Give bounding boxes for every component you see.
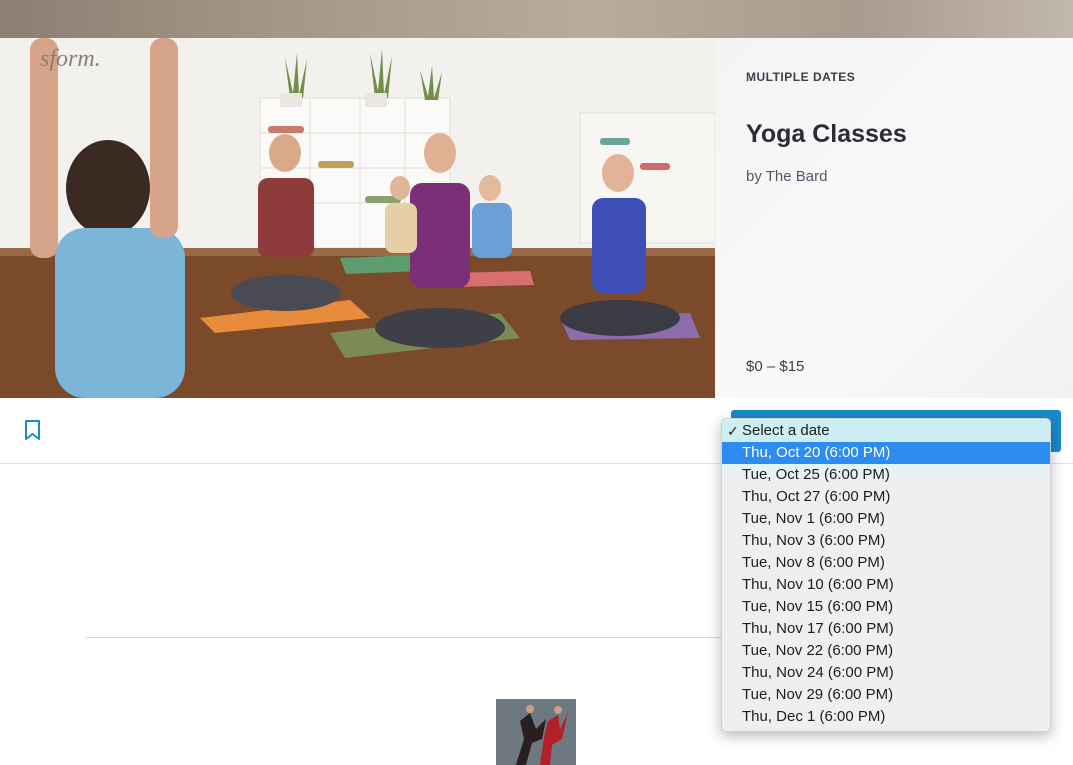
date-option[interactable]: Tue, Oct 25 (6:00 PM)	[722, 464, 1050, 486]
date-option-label: Thu, Nov 10 (6:00 PM)	[742, 576, 894, 593]
date-option[interactable]: Tue, Nov 22 (6:00 PM)	[722, 640, 1050, 662]
date-option[interactable]: Thu, Dec 1 (6:00 PM)	[722, 706, 1050, 728]
date-option-label: Thu, Dec 1 (6:00 PM)	[742, 708, 886, 725]
date-option-label: Tue, Nov 22 (6:00 PM)	[742, 642, 894, 659]
date-option-label: Thu, Nov 17 (6:00 PM)	[742, 620, 894, 637]
date-option-label: Tue, Oct 25 (6:00 PM)	[742, 466, 890, 483]
checkmark-icon: ✓	[727, 423, 739, 439]
bookmark-icon[interactable]	[24, 420, 42, 442]
date-option-label: Thu, Nov 24 (6:00 PM)	[742, 664, 894, 681]
date-option[interactable]: Thu, Nov 24 (6:00 PM)	[722, 662, 1050, 684]
event-price-range: $0 – $15	[746, 358, 805, 375]
date-option[interactable]: Thu, Oct 27 (6:00 PM)	[722, 486, 1050, 508]
date-option-label: Thu, Oct 20 (6:00 PM)	[742, 444, 891, 461]
date-option[interactable]: Tue, Nov 1 (6:00 PM)	[722, 508, 1050, 530]
related-event-thumbnail[interactable]	[496, 699, 576, 765]
date-option-label: Tue, Nov 8 (6:00 PM)	[742, 554, 885, 571]
event-title: Yoga Classes	[746, 120, 907, 148]
date-option[interactable]: Thu, Nov 3 (6:00 PM)	[722, 530, 1050, 552]
date-option[interactable]: Tue, Nov 8 (6:00 PM)	[722, 552, 1050, 574]
event-hero-image: sform.	[0, 38, 715, 398]
date-option-label: Tue, Nov 1 (6:00 PM)	[742, 510, 885, 527]
section-divider	[86, 637, 726, 638]
event-organizer: by The Bard	[746, 168, 828, 185]
date-option-label: Thu, Nov 3 (6:00 PM)	[742, 532, 886, 549]
event-info-panel: MULTIPLE DATES Yoga Classes by The Bard …	[715, 38, 1073, 399]
date-option[interactable]: Tue, Nov 15 (6:00 PM)	[722, 596, 1050, 618]
date-select-dropdown[interactable]: ✓ Select a date Thu, Oct 20 (6:00 PM) Tue…	[721, 418, 1051, 732]
date-option-label: Tue, Nov 15 (6:00 PM)	[742, 598, 894, 615]
date-option[interactable]: Thu, Nov 10 (6:00 PM)	[722, 574, 1050, 596]
date-option[interactable]: Thu, Nov 17 (6:00 PM)	[722, 618, 1050, 640]
date-option-label: Thu, Oct 27 (6:00 PM)	[742, 488, 891, 505]
date-option-label: Tue, Nov 29 (6:00 PM)	[742, 686, 894, 703]
date-option[interactable]: Tue, Nov 29 (6:00 PM)	[722, 684, 1050, 706]
date-option-label: Select a date	[742, 422, 830, 439]
top-banner-strip	[0, 0, 1073, 38]
date-option-placeholder[interactable]: ✓ Select a date	[722, 420, 1050, 442]
event-date-eyebrow: MULTIPLE DATES	[746, 70, 856, 84]
date-option[interactable]: Thu, Oct 20 (6:00 PM)	[722, 442, 1050, 464]
wall-text-partial: sform.	[40, 46, 101, 72]
